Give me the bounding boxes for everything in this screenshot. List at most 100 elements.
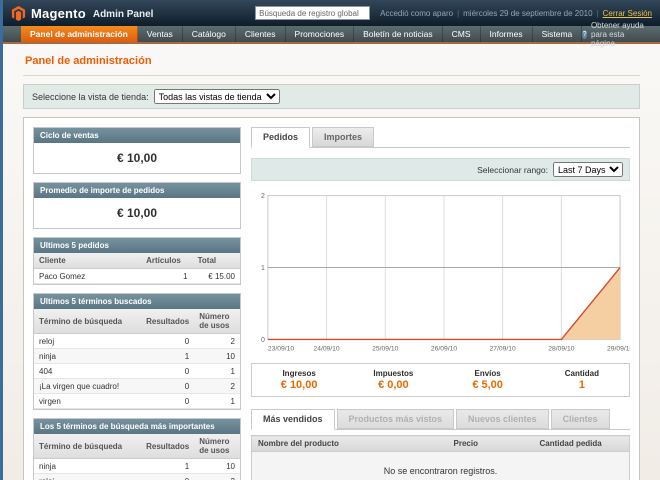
magento-admin-window: Magento Admin Panel Accedió como aparo |… [0, 0, 660, 480]
col-header-usos: Número de usos [194, 434, 240, 459]
tab-pedidos[interactable]: Pedidos [251, 127, 310, 148]
title-divider [23, 75, 640, 76]
diagram-tabs: Pedidos Importes [251, 127, 630, 148]
top-header: Magento Admin Panel Accedió como aparo |… [3, 0, 660, 26]
nav-item-system[interactable]: Sistema [533, 26, 583, 42]
col-header-termino: Término de búsqueda [34, 309, 141, 334]
table-row[interactable]: ¡La virgen que cuadro! 0 2 [34, 379, 240, 394]
col-header-resultados: Resultados [141, 309, 194, 334]
table-row[interactable]: 404 0 1 [34, 364, 240, 379]
help-label: Obtener ayuda para esta página [591, 21, 650, 48]
page-content: Panel de administración Seleccione la vi… [3, 44, 660, 480]
lifetime-sales-box: Ciclo de ventas € 10,00 [33, 127, 241, 174]
orders-chart-wrap: 0 1 2 23/09/10 24/09/10 25/09/10 26/09/10 27/09… [251, 187, 630, 355]
last-search-terms-title: Ultimos 5 términos buscados [34, 294, 240, 309]
col-header-articulos: Artículos [141, 253, 193, 269]
total-cantidad: Cantidad 1 [535, 369, 629, 391]
col-header-nombre: Nombre del producto [252, 436, 448, 452]
range-toolbar: Seleccionar rango: Last 7 Days [251, 158, 630, 181]
store-view-select[interactable]: Todas las vistas de tienda [154, 89, 280, 104]
svg-text:2: 2 [261, 193, 265, 200]
page-title: Panel de administración [25, 55, 638, 67]
svg-text:23/09/10: 23/09/10 [268, 345, 294, 352]
table-row[interactable]: reloj 0 2 [34, 334, 240, 349]
table-row[interactable]: ninja 1 10 [34, 459, 240, 474]
last-search-terms-table: Término de búsqueda Resultados Número de… [34, 309, 240, 409]
last-orders-box: Ultimos 5 pedidos Cliente Artículos Tota… [33, 237, 241, 285]
help-icon: ? [582, 30, 587, 39]
dashboard-panel: Ciclo de ventas € 10,00 Promedio de impo… [23, 117, 640, 480]
tab-importes[interactable]: Importes [312, 127, 374, 147]
nav-item-sales[interactable]: Ventas [138, 26, 183, 42]
magento-logo-icon [11, 6, 26, 21]
orders-chart: 0 1 2 23/09/10 24/09/10 25/09/10 26/09/10 27/09… [251, 187, 630, 355]
svg-text:0: 0 [261, 337, 265, 344]
total-ingresos: Ingresos € 10,00 [252, 369, 346, 391]
logout-link[interactable]: Cerrar Sesión [603, 9, 652, 18]
lifetime-sales-value: € 10,00 [34, 143, 240, 173]
top-search-terms-box: Los 5 términos de búsqueda más important… [33, 418, 241, 480]
user-info: Accedió como aparo | miércoles 29 de sep… [380, 9, 652, 18]
page-help-link[interactable]: ? Obtener ayuda para esta página [582, 26, 660, 42]
store-view-label: Seleccione la vista de tienda: [32, 92, 149, 102]
total-impuestos: Impuestos € 0,00 [346, 369, 440, 391]
col-header-cantidad: Cantidad pedida [534, 436, 630, 452]
nav-item-reports[interactable]: Informes [481, 26, 533, 42]
range-label: Seleccionar rango: [477, 165, 548, 175]
brand: Magento Admin Panel [11, 6, 153, 21]
svg-text:27/09/10: 27/09/10 [490, 345, 516, 352]
nav-item-catalog[interactable]: Catálogo [183, 26, 236, 42]
totals-bar: Ingresos € 10,00 Impuestos € 0,00 Envíos… [251, 363, 630, 397]
svg-text:24/09/10: 24/09/10 [313, 345, 339, 352]
nav-item-promotions[interactable]: Promociones [286, 26, 355, 42]
logged-in-as: Accedió como aparo [380, 9, 453, 18]
last-orders-title: Ultimos 5 pedidos [34, 238, 240, 253]
nav-item-customers[interactable]: Clientes [236, 26, 286, 42]
separator: | [457, 9, 459, 18]
col-header-total: Total [193, 253, 240, 269]
average-orders-box: Promedio de importe de pedidos € 10,00 [33, 182, 241, 229]
tab-clientes: Clientes [551, 409, 610, 429]
svg-text:29/09/10: 29/09/10 [607, 345, 630, 352]
brand-subtitle: Admin Panel [93, 9, 154, 20]
col-header-termino: Término de búsqueda [34, 434, 141, 459]
main-nav: Panel de administración Ventas Catálogo … [3, 26, 660, 44]
current-date: miércoles 29 de septiembre de 2010 [463, 9, 592, 18]
tab-nuevos-clientes: Nuevos clientes [456, 409, 549, 429]
svg-text:1: 1 [261, 265, 265, 272]
col-header-usos: Número de usos [194, 309, 240, 334]
lifetime-sales-title: Ciclo de ventas [34, 128, 240, 143]
col-header-precio: Precio [448, 436, 534, 452]
average-orders-value: € 10,00 [34, 198, 240, 228]
table-row[interactable]: Paco Gomez 1 € 15.00 [34, 269, 240, 284]
table-row[interactable]: ninja 1 10 [34, 349, 240, 364]
product-tabs: Más vendidos Productos más vistos Nuevos… [251, 409, 630, 430]
svg-text:26/09/10: 26/09/10 [431, 345, 457, 352]
tab-mas-vendidos[interactable]: Más vendidos [251, 409, 335, 430]
global-search-input[interactable] [255, 6, 370, 20]
store-view-bar: Seleccione la vista de tienda: Todas las… [23, 84, 640, 109]
sidebar-column: Ciclo de ventas € 10,00 Promedio de impo… [33, 127, 241, 480]
col-header-cliente: Cliente [34, 253, 141, 269]
brand-name: Magento [31, 6, 86, 21]
average-orders-title: Promedio de importe de pedidos [34, 183, 240, 198]
top-search-terms-title: Los 5 términos de búsqueda más important… [34, 419, 240, 434]
svg-text:25/09/10: 25/09/10 [372, 345, 398, 352]
table-row[interactable]: reloj 0 2 [34, 474, 240, 480]
total-envios: Envíos € 5,00 [441, 369, 535, 391]
svg-text:28/09/10: 28/09/10 [548, 345, 574, 352]
products-grid: Nombre del producto Precio Cantidad pedi… [251, 435, 630, 480]
separator: | [597, 9, 599, 18]
tab-productos-mas-vistos: Productos más vistos [337, 409, 455, 429]
last-orders-table: Cliente Artículos Total Paco Gomez 1 € 1… [34, 253, 240, 284]
top-search-terms-table: Término de búsqueda Resultados Número de… [34, 434, 240, 480]
nav-item-cms[interactable]: CMS [443, 26, 481, 42]
nav-item-newsletter[interactable]: Boletín de noticias [354, 26, 442, 42]
nav-item-dashboard[interactable]: Panel de administración [21, 26, 138, 42]
range-select[interactable]: Last 7 Days [553, 162, 623, 177]
empty-grid-message: No se encontraron registros. [252, 452, 630, 480]
dashboard-main-column: Pedidos Importes Seleccionar rango: Last… [251, 127, 630, 480]
table-row[interactable]: virgen 0 1 [34, 394, 240, 409]
last-search-terms-box: Ultimos 5 términos buscados Término de b… [33, 293, 241, 410]
col-header-resultados: Resultados [141, 434, 194, 459]
